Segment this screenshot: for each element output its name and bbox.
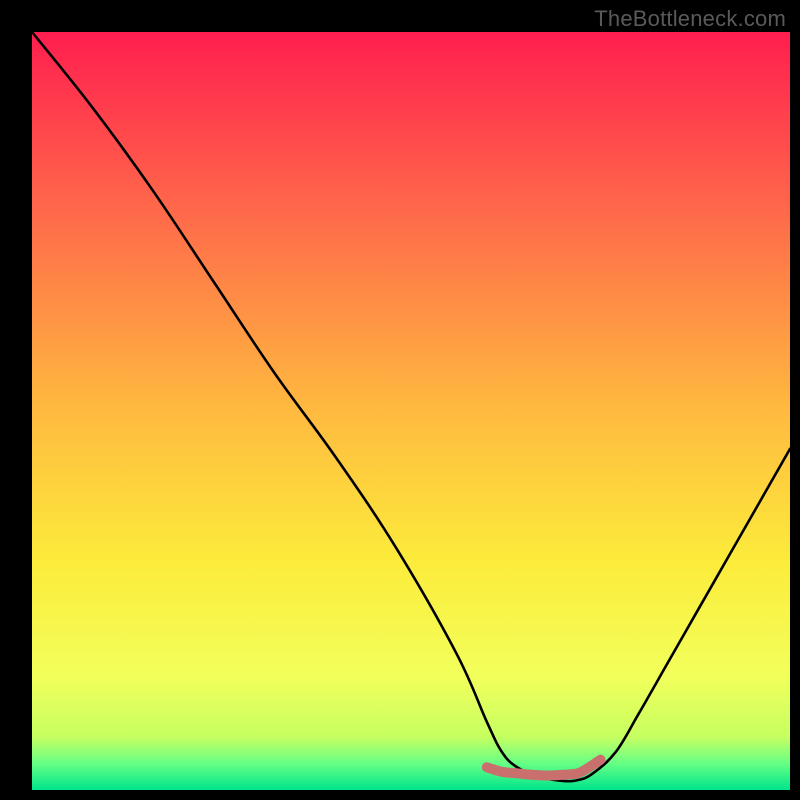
plot-area-gradient [32,32,790,790]
bottleneck-chart [0,0,800,800]
chart-container: TheBottleneck.com [0,0,800,800]
attribution-text: TheBottleneck.com [594,6,786,32]
